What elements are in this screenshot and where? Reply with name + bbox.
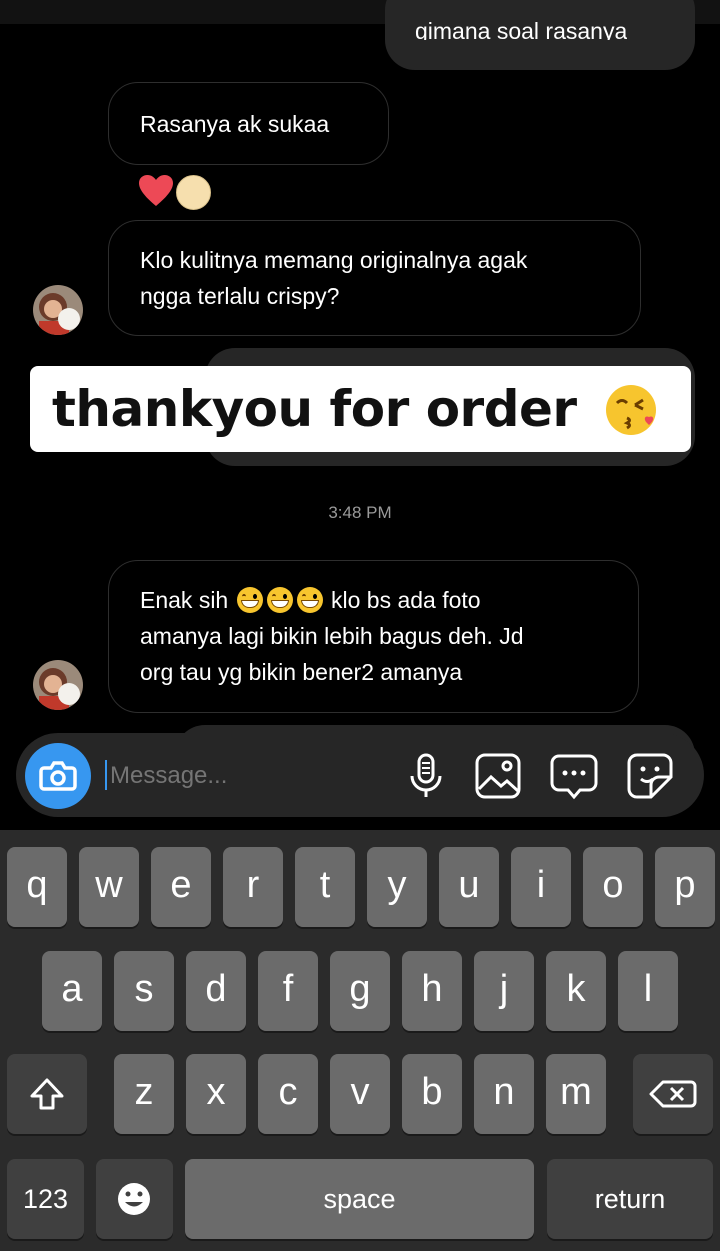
key-b[interactable]: b xyxy=(402,1054,462,1134)
key-i[interactable]: i xyxy=(511,847,571,927)
outgoing-message-text: gimana soal rasanya xyxy=(415,18,628,40)
key-s[interactable]: s xyxy=(114,951,174,1031)
timestamp: 3:48 PM xyxy=(328,503,392,522)
message-line: ngga terlalu crispy? xyxy=(140,283,340,309)
message-input[interactable] xyxy=(108,755,402,797)
microphone-icon[interactable] xyxy=(401,751,451,801)
key-g[interactable]: g xyxy=(330,951,390,1031)
overlay-text: thankyou for order xyxy=(52,380,577,438)
incoming-message-bubble[interactable]: Rasanya ak sukaa xyxy=(108,82,389,165)
message-text: Enak sih xyxy=(140,587,229,613)
grinning-face-icon xyxy=(266,587,293,613)
grinning-face-icon xyxy=(236,587,263,613)
emoji-key[interactable] xyxy=(96,1159,173,1239)
key-o[interactable]: o xyxy=(583,847,643,927)
key-z[interactable]: z xyxy=(114,1054,174,1134)
key-f[interactable]: f xyxy=(258,951,318,1031)
key-h[interactable]: h xyxy=(402,951,462,1031)
heart-reaction-icon[interactable] xyxy=(138,174,174,208)
key-r[interactable]: r xyxy=(223,847,283,927)
key-t[interactable]: t xyxy=(295,847,355,927)
message-line: Klo kulitnya memang originalnya agak xyxy=(140,247,528,273)
message-line: Enak sih klo bs ada foto xyxy=(140,582,481,618)
key-a[interactable]: a xyxy=(42,951,102,1031)
sender-avatar[interactable] xyxy=(33,660,83,710)
thank-you-overlay: thankyou for order xyxy=(30,366,691,452)
return-key[interactable]: return xyxy=(547,1159,713,1239)
key-p[interactable]: p xyxy=(655,847,715,927)
camera-button[interactable] xyxy=(25,743,91,809)
backspace-key[interactable] xyxy=(633,1054,713,1134)
key-q[interactable]: q xyxy=(7,847,67,927)
incoming-message-bubble[interactable]: Klo kulitnya memang originalnya agak ngg… xyxy=(108,220,641,336)
message-text: Rasanya ak sukaa xyxy=(140,111,330,137)
key-c[interactable]: c xyxy=(258,1054,318,1134)
key-u[interactable]: u xyxy=(439,847,499,927)
shift-icon xyxy=(30,1078,64,1110)
key-y[interactable]: y xyxy=(367,847,427,927)
gallery-icon[interactable] xyxy=(473,751,523,801)
incoming-message-bubble[interactable]: Enak sih klo bs ada foto amanya lagi bik… xyxy=(108,560,639,713)
grinning-face-icon xyxy=(296,587,323,613)
sender-avatar[interactable] xyxy=(33,285,83,335)
key-w[interactable]: w xyxy=(79,847,139,927)
backspace-icon xyxy=(649,1080,697,1108)
message-text: klo bs ada foto xyxy=(331,587,481,613)
key-x[interactable]: x xyxy=(186,1054,246,1134)
space-key[interactable]: space xyxy=(185,1159,534,1239)
key-m[interactable]: m xyxy=(546,1054,606,1134)
key-e[interactable]: e xyxy=(151,847,211,927)
reaction-avatar[interactable] xyxy=(176,175,211,210)
emoji-icon xyxy=(118,1183,150,1215)
camera-icon xyxy=(39,761,77,791)
key-v[interactable]: v xyxy=(330,1054,390,1134)
sticker-icon[interactable] xyxy=(625,751,675,801)
numbers-key[interactable]: 123 xyxy=(7,1159,84,1239)
kissing-face-icon xyxy=(605,383,659,437)
quick-reply-icon[interactable] xyxy=(549,751,599,801)
text-cursor xyxy=(105,760,107,790)
key-k[interactable]: k xyxy=(546,951,606,1031)
key-l[interactable]: l xyxy=(618,951,678,1031)
key-j[interactable]: j xyxy=(474,951,534,1031)
message-line: org tau yg bikin bener2 amanya xyxy=(140,659,463,685)
key-n[interactable]: n xyxy=(474,1054,534,1134)
shift-key[interactable] xyxy=(7,1054,87,1134)
message-line: amanya lagi bikin lebih bagus deh. Jd xyxy=(140,623,524,649)
key-d[interactable]: d xyxy=(186,951,246,1031)
